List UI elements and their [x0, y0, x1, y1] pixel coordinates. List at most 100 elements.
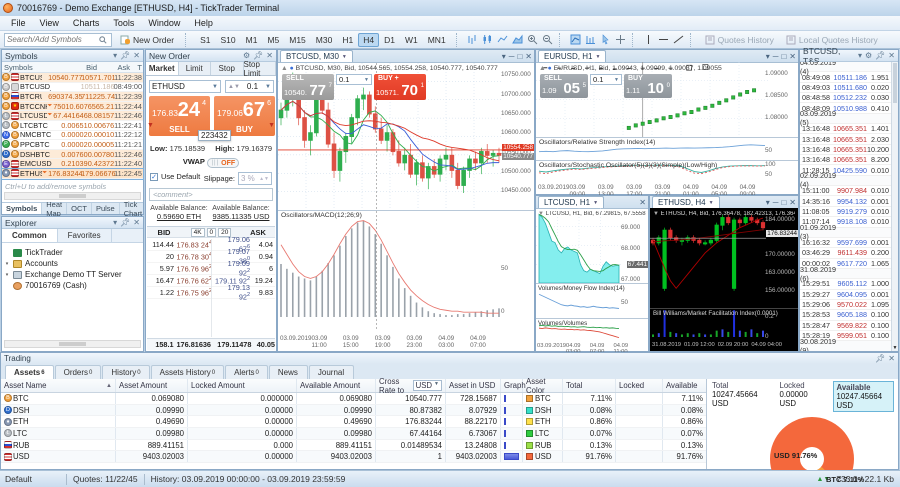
dropdown-icon[interactable]: ▾ [113, 51, 117, 60]
zoom-out-icon[interactable] [541, 33, 554, 46]
trading-tab[interactable]: Alerts 0 [225, 365, 268, 379]
symbols-hscrollbar[interactable] [4, 192, 141, 200]
timeframe-button[interactable]: M5 [262, 33, 284, 47]
line-chart-icon[interactable] [496, 33, 509, 46]
available-balance-eth[interactable]: 0.59690 ETH [149, 212, 209, 221]
use-default-checkbox[interactable]: ✓ Use Default [150, 172, 200, 181]
close-icon[interactable]: ✕ [888, 354, 895, 363]
order-type-tab[interactable]: Market [146, 62, 179, 75]
tns-row[interactable]: 13:16:48 10665.351 8.200 [800, 155, 891, 166]
menu-item[interactable]: Help [187, 17, 220, 29]
tns-row[interactable]: 15:29:06 9570.022 1.095 [800, 300, 891, 311]
tns-row[interactable]: 13:16:48 10665.351 10.200 [800, 145, 891, 156]
symbol-row[interactable]: E EMCUSD ⏷ 0.21039 0.42372 11:22:40 [2, 159, 143, 169]
close-icon[interactable]: ✕ [133, 218, 140, 227]
order-type-tab[interactable]: Limit [178, 62, 211, 75]
symbol-row[interactable]: B BTCUSD ⏷ 10540.777 10571.701 11:22:38 [2, 73, 143, 83]
main-chart-tab[interactable]: BTCUSD, M30 ▼ [280, 50, 353, 62]
expander-icon[interactable]: ▾ [4, 272, 10, 278]
close-icon[interactable]: ✕ [639, 198, 646, 207]
symbols-tab[interactable]: Tick Chart [120, 200, 148, 218]
symbol-row[interactable]: Ł B LTCBTC ⏷ 0.00651 0.00676 11:22:41 [2, 121, 143, 131]
tns-row[interactable]: 03.09.2019 (5) [800, 109, 891, 127]
pin-icon[interactable]: 📌︎ [875, 51, 885, 60]
tns-row[interactable]: 11:08:05 9919.279 0.010 [800, 207, 891, 218]
close-icon[interactable]: ✕ [525, 52, 532, 61]
tns-row[interactable]: 14:35:16 9954.132 0.001 [800, 196, 891, 207]
timeframe-button[interactable]: M15 [284, 33, 311, 47]
order-type-tab[interactable]: Stop [211, 62, 244, 75]
maximize-icon[interactable]: □ [781, 52, 786, 61]
dropdown-icon[interactable]: ▾ [502, 52, 506, 61]
trading-tab[interactable]: News [268, 365, 308, 379]
trading-tab[interactable]: History 0 [102, 365, 150, 379]
ethusd-price-chart[interactable] [650, 208, 766, 308]
timeframe-button[interactable]: M1 [241, 33, 263, 47]
ltcusd-chart-tab[interactable]: LTCUSD, H1 ▼ [538, 196, 605, 208]
trading-tab[interactable]: Assets 6 [5, 365, 54, 379]
tree-node[interactable]: 70016769 (Cash) [4, 280, 141, 291]
asset-row[interactable]: D DSH 0.09990 0.00000 0.09990 80.87382 8.… [1, 404, 706, 417]
menu-item[interactable]: View [33, 17, 66, 29]
timeframe-button[interactable]: H1 [337, 33, 358, 47]
depth-button[interactable]: 4K [190, 227, 205, 237]
tns-row[interactable]: 15:29:27 9604.095 0.001 [800, 290, 891, 300]
symbols-tab[interactable]: Symbols [2, 203, 43, 214]
profile-name[interactable]: Default [0, 474, 60, 484]
cursor-icon[interactable] [599, 33, 612, 46]
tns-row[interactable]: 08:48:58 10512.232 0.030 [800, 93, 891, 104]
asset-row[interactable]: B BTC 0.069080 0.000000 0.069080 10540.77… [1, 393, 706, 405]
comment-input[interactable]: <comment> [149, 188, 273, 201]
asset-row[interactable]: Ł LTC 0.09980 0.00000 0.09980 67.44164 6.… [1, 428, 706, 440]
asset-row[interactable]: USD 9403.02003 0.00000 9403.02003 1 9403… [1, 451, 706, 464]
area-chart-icon[interactable] [511, 33, 524, 46]
trading-tab[interactable]: Assets History 0 [150, 365, 225, 379]
zoom-in-icon[interactable] [526, 33, 539, 46]
pin-icon[interactable]: 📌︎ [120, 51, 130, 60]
expander-icon[interactable]: ▾ [4, 261, 10, 267]
tns-row[interactable]: 08:49:03 10511.680 0.020 [800, 83, 891, 94]
trend-line-tool-icon[interactable] [672, 33, 685, 46]
explorer-tab[interactable]: Common [2, 229, 58, 242]
vertical-line-tool-icon[interactable] [642, 33, 655, 46]
dropdown-icon[interactable]: ▾ [766, 52, 770, 61]
tns-row[interactable]: 01.09.2019 (3) [800, 223, 891, 241]
depth-icon[interactable] [584, 33, 597, 46]
chart-buy-button[interactable]: BUY +10571. 70 1 [374, 74, 426, 100]
symbol-row[interactable]: D B DSHBTC ⏷ 0.00760 0.00780 11:22:46 [2, 150, 143, 160]
timeframe-button[interactable]: M30 [311, 33, 338, 47]
order-type-tab[interactable]: Stop Limit [243, 60, 276, 78]
symbol-row[interactable]: ♦ ETHUSD ⏷ 176.83244 179.06676 11:22:45 [1, 167, 144, 180]
dropdown-icon[interactable]: ▾ [766, 198, 770, 207]
cross-currency-select[interactable]: USD ▼ [412, 380, 442, 391]
tns-row[interactable]: 31.08.2019 (6) [800, 265, 891, 283]
symbol-search[interactable] [4, 32, 112, 47]
tns-scrollbar[interactable]: ▼ [891, 62, 898, 351]
minimize-icon[interactable]: ─ [509, 52, 515, 61]
search-input[interactable] [7, 35, 99, 44]
ltcusd-price-chart[interactable] [536, 208, 622, 283]
symbols-tab[interactable]: Pulse [92, 203, 120, 214]
macd-chart[interactable] [278, 211, 502, 331]
bar-chart-icon[interactable] [466, 33, 479, 46]
dropdown-icon[interactable]: ▾ [858, 51, 862, 60]
minimize-icon[interactable]: ─ [773, 52, 779, 61]
tree-node[interactable]: ▾ Accounts [4, 258, 141, 269]
tns-row[interactable]: 15:11:00 9907.984 0.010 [800, 186, 891, 197]
quotes-history-button[interactable]: Quotes History [700, 32, 779, 47]
close-icon[interactable]: ✕ [789, 198, 796, 207]
tns-row[interactable]: 15:28:53 9605.188 0.100 [800, 310, 891, 321]
timeframe-button[interactable]: MN1 [423, 33, 451, 47]
symbol-row[interactable]: Ł LTCUSD ⏷ 67.44164 68.08157 11:22:46 [2, 111, 143, 121]
close-icon[interactable]: ✕ [888, 51, 895, 60]
tns-row[interactable]: 16:16:32 9597.699 0.001 [800, 238, 891, 249]
close-icon[interactable]: ✕ [789, 52, 796, 61]
crosshair-icon[interactable] [614, 33, 627, 46]
symbols-tab[interactable]: Heat Map [42, 200, 68, 218]
explorer-hscrollbar[interactable] [4, 340, 141, 348]
indicators-icon[interactable] [569, 33, 582, 46]
timeframe-button[interactable]: D1 [379, 33, 400, 47]
quantity-stepper[interactable]: ▲▼ 0.1 ▼ [225, 80, 274, 93]
timeframe-button[interactable]: S1 [195, 33, 215, 47]
tree-node[interactable]: TickTrader [4, 247, 141, 258]
